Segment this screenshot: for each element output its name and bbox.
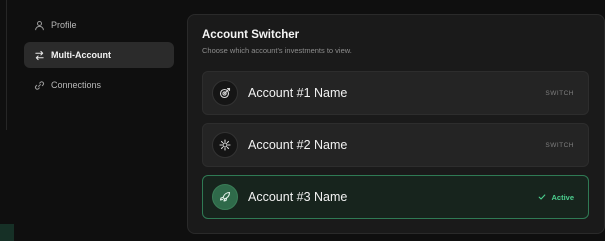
account-avatar <box>212 184 238 210</box>
sidebar-item-profile[interactable]: Profile <box>24 12 174 38</box>
sidebar-item-label: Multi-Account <box>51 50 111 60</box>
account-name: Account #3 Name <box>248 190 348 204</box>
account-avatar <box>212 132 238 158</box>
switch-button[interactable]: SWITCH <box>545 90 574 97</box>
active-status-label: Active <box>551 192 574 202</box>
account-switcher-panel: Account Switcher Choose which account's … <box>187 14 605 234</box>
rocket-icon <box>219 191 231 203</box>
left-edge-divider <box>0 0 7 130</box>
account-card-1[interactable]: Account #1 Name SWITCH <box>202 71 589 115</box>
panel-title: Account Switcher <box>202 29 300 41</box>
sidebar-item-label: Profile <box>51 20 77 30</box>
swap-arrows-icon <box>33 49 45 61</box>
gear-icon <box>219 139 231 151</box>
switch-button[interactable]: SWITCH <box>545 142 574 149</box>
account-card-3[interactable]: Account #3 Name Active <box>202 175 589 219</box>
link-icon <box>33 79 45 91</box>
settings-sidebar: Profile Multi-Account Connections <box>24 12 174 102</box>
account-name: Account #2 Name <box>248 138 348 152</box>
user-icon <box>33 19 45 31</box>
app-window: Profile Multi-Account Connections Accoun… <box>0 0 605 241</box>
active-status: Active <box>538 193 574 202</box>
account-card-2[interactable]: Account #2 Name SWITCH <box>202 123 589 167</box>
account-avatar <box>212 80 238 106</box>
target-icon <box>219 87 231 99</box>
panel-subtitle: Choose which account's investments to vi… <box>202 46 352 55</box>
left-edge-accent <box>0 224 14 241</box>
check-icon <box>538 193 551 201</box>
sidebar-item-label: Connections <box>51 80 102 90</box>
account-name: Account #1 Name <box>248 86 348 100</box>
sidebar-item-connections[interactable]: Connections <box>24 72 174 98</box>
sidebar-item-multi-account[interactable]: Multi-Account <box>24 42 174 68</box>
